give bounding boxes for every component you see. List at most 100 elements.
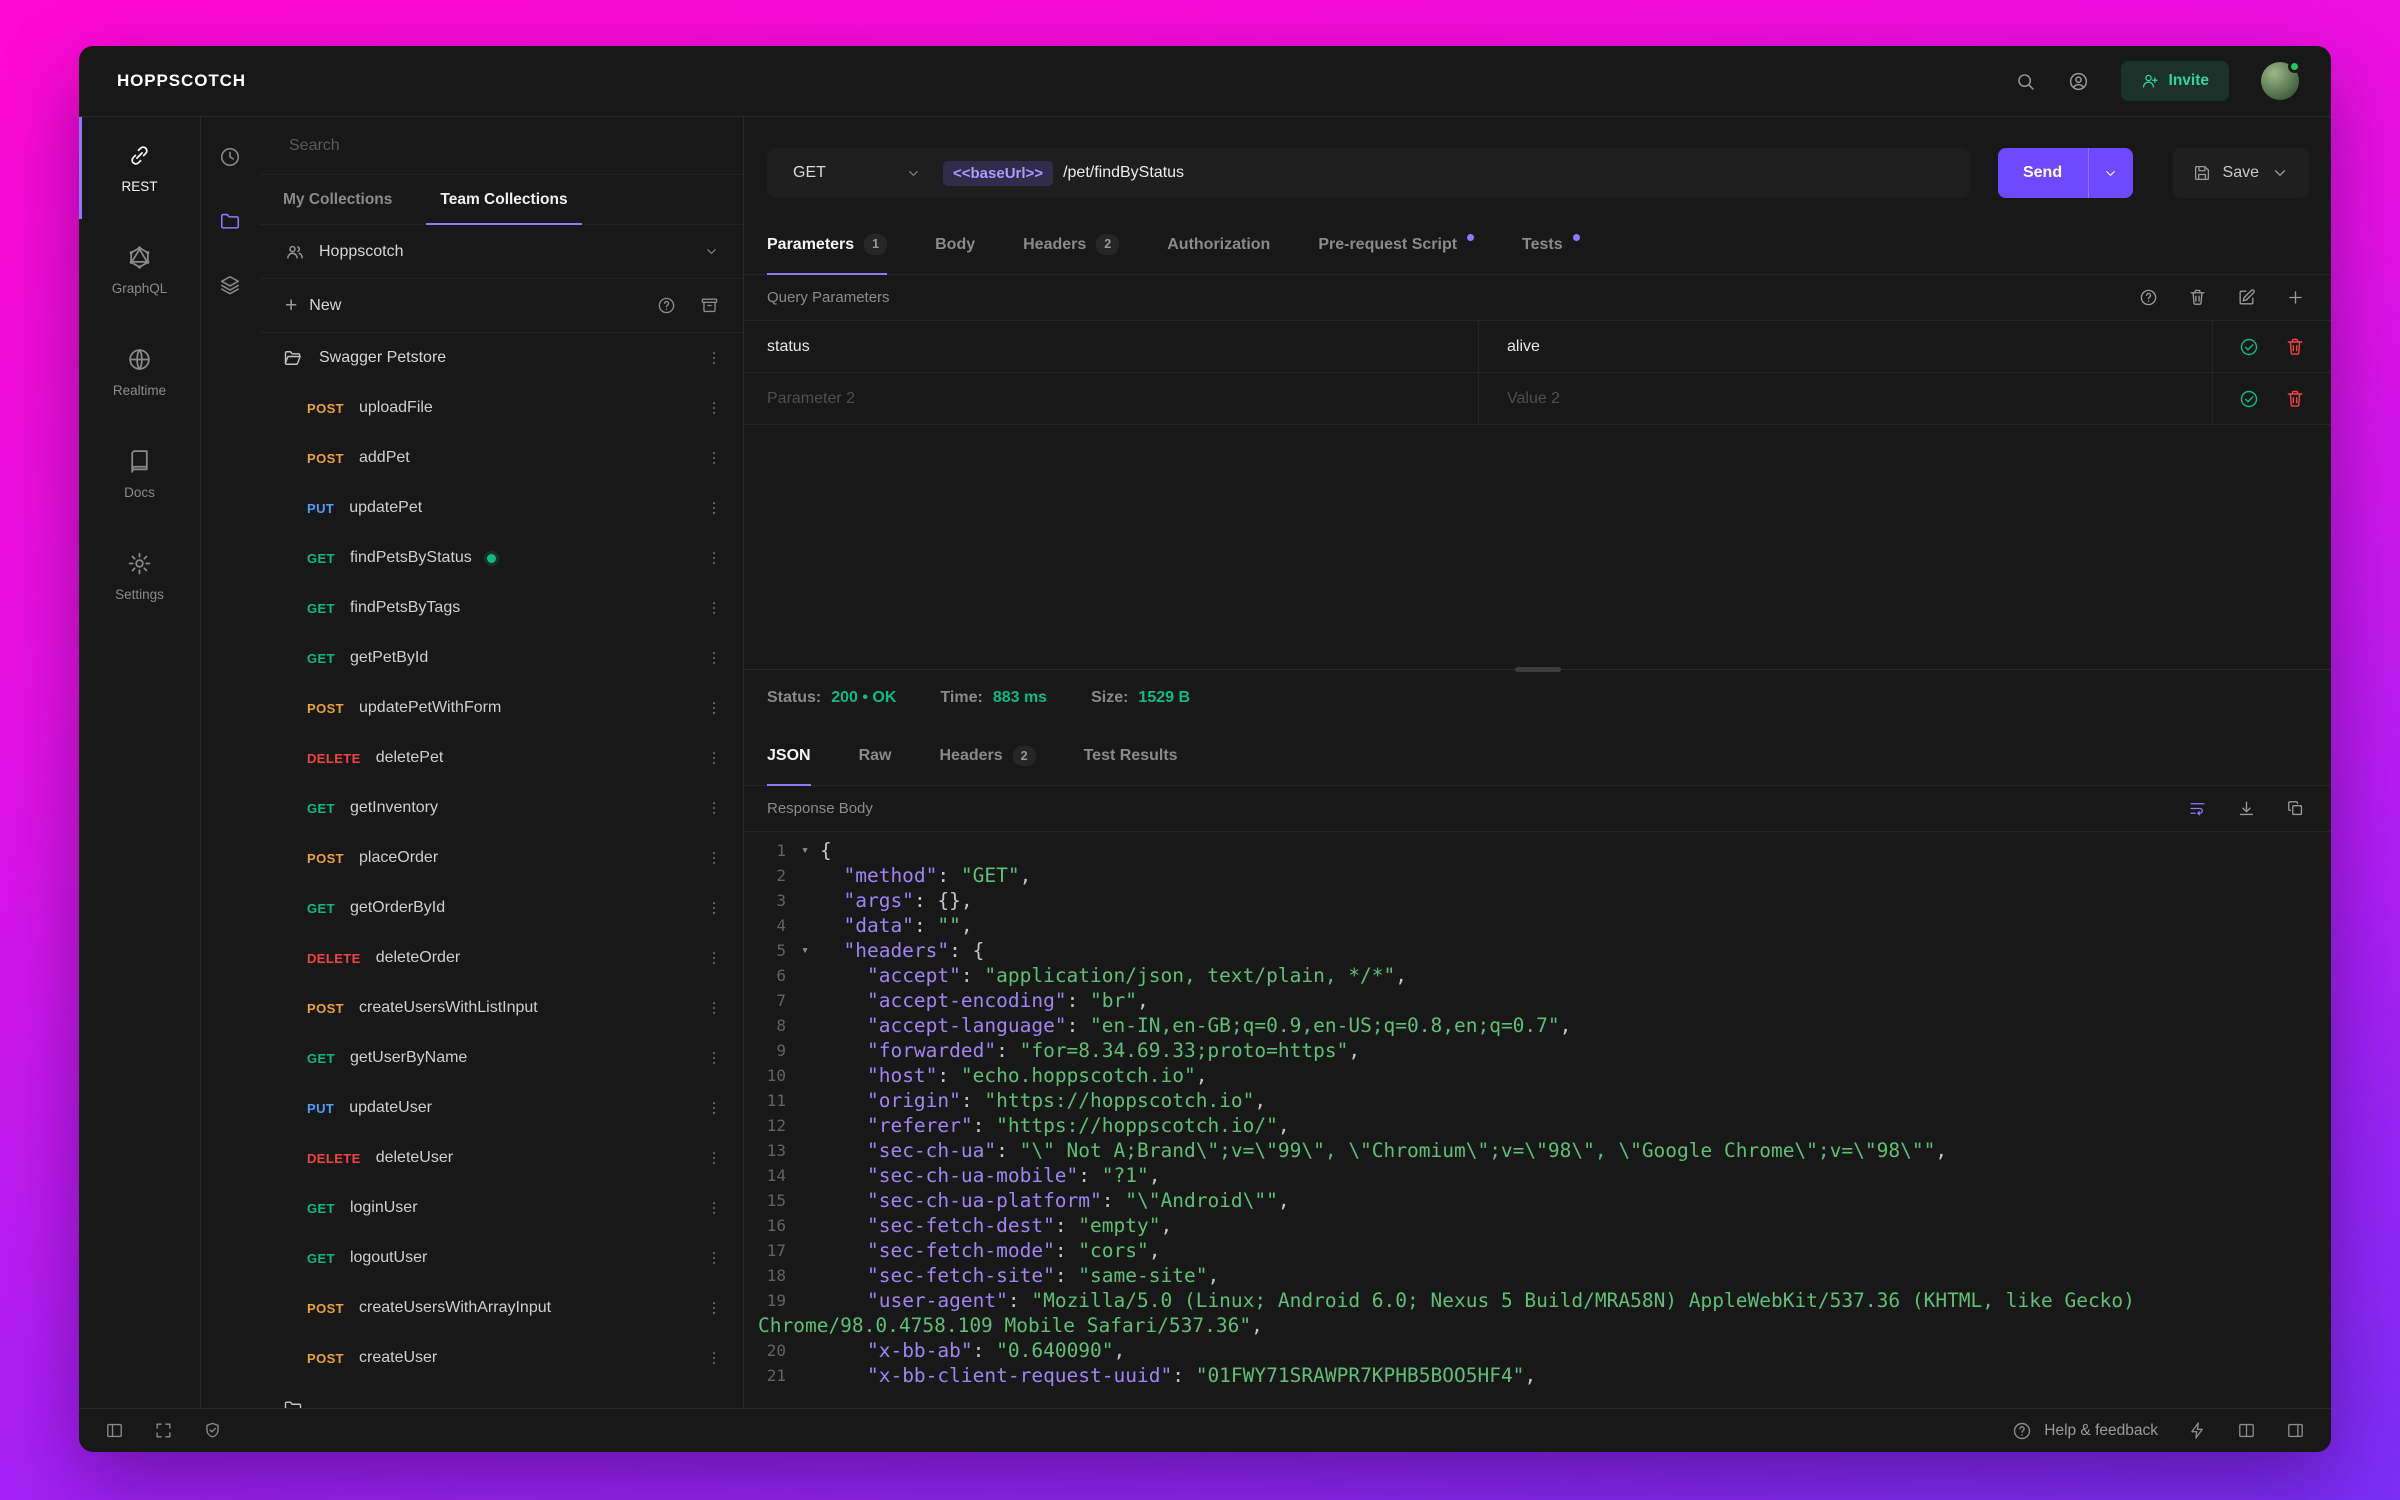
code-text[interactable]: "sec-ch-ua": "\" Not A;Brand\";v=\"99\",…	[820, 1138, 1947, 1163]
help-icon[interactable]	[2139, 288, 2158, 307]
strip-item-collections[interactable]	[208, 199, 252, 243]
wrap-lines-icon[interactable]	[2188, 799, 2207, 818]
tab-authorization[interactable]: Authorization	[1167, 215, 1270, 274]
param-delete-icon[interactable]	[2285, 389, 2305, 409]
code-text[interactable]: "accept-encoding": "br",	[820, 988, 1149, 1013]
request-item-createUsersWithListInput[interactable]: POST createUsersWithListInput	[259, 983, 743, 1033]
code-text[interactable]: "method": "GET",	[820, 863, 1031, 888]
code-text[interactable]: "user-agent": "Mozilla/5.0 (Linux; Andro…	[820, 1288, 2135, 1313]
kebab-menu-icon[interactable]	[705, 499, 723, 517]
request-item-updateUser[interactable]: PUT updateUser	[259, 1083, 743, 1133]
kebab-menu-icon[interactable]	[705, 599, 723, 617]
kebab-menu-icon[interactable]	[705, 399, 723, 417]
new-collection-button[interactable]: + New	[285, 295, 341, 316]
avatar[interactable]	[2261, 60, 2301, 100]
kebab-menu-icon[interactable]	[705, 949, 723, 967]
code-text[interactable]: Chrome/98.0.4758.109 Mobile Safari/537.3…	[744, 1313, 1263, 1338]
response-tab-json[interactable]: JSON	[767, 726, 811, 787]
param-value-input[interactable]: alive	[1479, 321, 2213, 372]
tab-team-collections[interactable]: Team Collections	[416, 175, 591, 225]
kebab-menu-icon[interactable]	[705, 1349, 723, 1367]
code-text[interactable]: "accept": "application/json, text/plain,…	[820, 963, 1407, 988]
code-text[interactable]: {	[820, 838, 832, 863]
code-text[interactable]: "origin": "https://hoppscotch.io",	[820, 1088, 1266, 1113]
code-text[interactable]: "sec-ch-ua-platform": "\"Android\"",	[820, 1188, 1290, 1213]
request-item-getPetById[interactable]: GET getPetById	[259, 633, 743, 683]
resize-handle[interactable]	[1514, 667, 1561, 673]
request-item-getInventory[interactable]: GET getInventory	[259, 783, 743, 833]
kebab-menu-icon[interactable]	[705, 799, 723, 817]
code-text[interactable]: "sec-fetch-site": "same-site",	[820, 1263, 1219, 1288]
add-parameter-icon[interactable]	[2286, 288, 2305, 307]
copy-icon[interactable]	[2286, 799, 2305, 818]
code-text[interactable]: "x-bb-ab": "0.640090",	[820, 1338, 1125, 1363]
code-text[interactable]: "host": "echo.hoppscotch.io",	[820, 1063, 1208, 1088]
send-button[interactable]: Send	[1997, 148, 2088, 198]
request-item-getUserByName[interactable]: GET getUserByName	[259, 1033, 743, 1083]
request-item-addPet[interactable]: POST addPet	[259, 433, 743, 483]
sidebar-item-settings[interactable]: Settings	[79, 525, 200, 627]
kebab-menu-icon[interactable]	[705, 749, 723, 767]
param-value-input[interactable]: Value 2	[1479, 373, 2213, 424]
tab-headers[interactable]: Headers 2	[1023, 215, 1120, 274]
param-key-input[interactable]: Parameter 2	[744, 373, 1479, 424]
invite-button[interactable]: Invite	[2120, 61, 2229, 101]
request-item-createUser[interactable]: POST createUser	[259, 1333, 743, 1383]
bulk-edit-icon[interactable]	[2237, 288, 2256, 307]
tab-tests[interactable]: Tests	[1522, 215, 1580, 274]
search-icon[interactable]	[2015, 71, 2036, 92]
kebab-menu-icon[interactable]	[705, 899, 723, 917]
tab-body[interactable]: Body	[935, 215, 975, 274]
request-item-findPetsByTags[interactable]: GET findPetsByTags	[259, 583, 743, 633]
kebab-menu-icon[interactable]	[705, 549, 723, 567]
kebab-menu-icon[interactable]	[705, 1199, 723, 1217]
response-body-viewer[interactable]: 1 ▾{2 "method": "GET", 3 "args": {}, 4 "dat…	[744, 832, 2331, 1408]
code-text[interactable]: "sec-fetch-dest": "empty",	[820, 1213, 1172, 1238]
request-item-deleteUser[interactable]: DELETE deleteUser	[259, 1133, 743, 1183]
request-item-updatePetWithForm[interactable]: POST updatePetWithForm	[259, 683, 743, 733]
kebab-menu-icon[interactable]	[705, 999, 723, 1017]
account-icon[interactable]	[2068, 71, 2089, 92]
kebab-menu-icon[interactable]	[705, 1049, 723, 1067]
clear-all-icon[interactable]	[2188, 288, 2207, 307]
tab-my-collections[interactable]: My Collections	[259, 175, 416, 224]
param-delete-icon[interactable]	[2285, 337, 2305, 357]
collapse-right-panel-icon[interactable]	[2286, 1421, 2305, 1440]
collections-help-icon[interactable]	[657, 296, 676, 315]
interceptor-shield-icon[interactable]	[203, 1421, 222, 1440]
code-text[interactable]: "x-bb-client-request-uuid": "01FWY71SRAW…	[820, 1363, 1536, 1388]
fold-arrow-icon[interactable]: ▾	[790, 938, 820, 963]
help-feedback-button[interactable]: Help & feedback	[2012, 1421, 2158, 1441]
sidebar-item-docs[interactable]: Docs	[79, 423, 200, 525]
kebab-menu-icon[interactable]	[705, 849, 723, 867]
request-item-deletePet[interactable]: DELETE deletePet	[259, 733, 743, 783]
param-key-input[interactable]: status	[744, 321, 1479, 372]
column-layout-icon[interactable]	[2237, 1421, 2256, 1440]
download-icon[interactable]	[2237, 799, 2256, 818]
request-item-updatePet[interactable]: PUT updatePet	[259, 483, 743, 533]
method-selector[interactable]: GET	[767, 164, 937, 182]
request-item-deleteOrder[interactable]: DELETE deleteOrder	[259, 933, 743, 983]
kebab-menu-icon[interactable]	[705, 1099, 723, 1117]
app-logo[interactable]: HOPPSCOTCH	[117, 71, 246, 91]
strip-item-history[interactable]	[208, 135, 252, 179]
request-item-uploadFile[interactable]: POST uploadFile	[259, 383, 743, 433]
request-item-createUsersWithArrayInput[interactable]: POST createUsersWithArrayInput	[259, 1283, 743, 1333]
code-text[interactable]: "data": "",	[820, 913, 972, 938]
request-item-placeOrder[interactable]: POST placeOrder	[259, 833, 743, 883]
code-text[interactable]: "args": {},	[820, 888, 972, 913]
code-text[interactable]: "sec-ch-ua-mobile": "?1",	[820, 1163, 1161, 1188]
request-item-loginUser[interactable]: GET loginUser	[259, 1183, 743, 1233]
collection-folder-partial[interactable]	[259, 1383, 743, 1408]
import-export-icon[interactable]	[700, 296, 719, 315]
url-input[interactable]: <<baseUrl>> /pet/findByStatus	[937, 160, 1970, 186]
tab-pre-request-script[interactable]: Pre-request Script	[1318, 215, 1475, 274]
param-active-toggle-icon[interactable]	[2239, 337, 2259, 357]
request-item-getOrderById[interactable]: GET getOrderById	[259, 883, 743, 933]
kebab-menu-icon[interactable]	[705, 1149, 723, 1167]
kebab-menu-icon[interactable]	[705, 449, 723, 467]
sidebar-item-rest[interactable]: REST	[79, 117, 200, 219]
shortcuts-icon[interactable]	[2188, 1421, 2207, 1440]
expand-icon[interactable]	[154, 1421, 173, 1440]
sidebar-item-graphql[interactable]: GraphQL	[79, 219, 200, 321]
